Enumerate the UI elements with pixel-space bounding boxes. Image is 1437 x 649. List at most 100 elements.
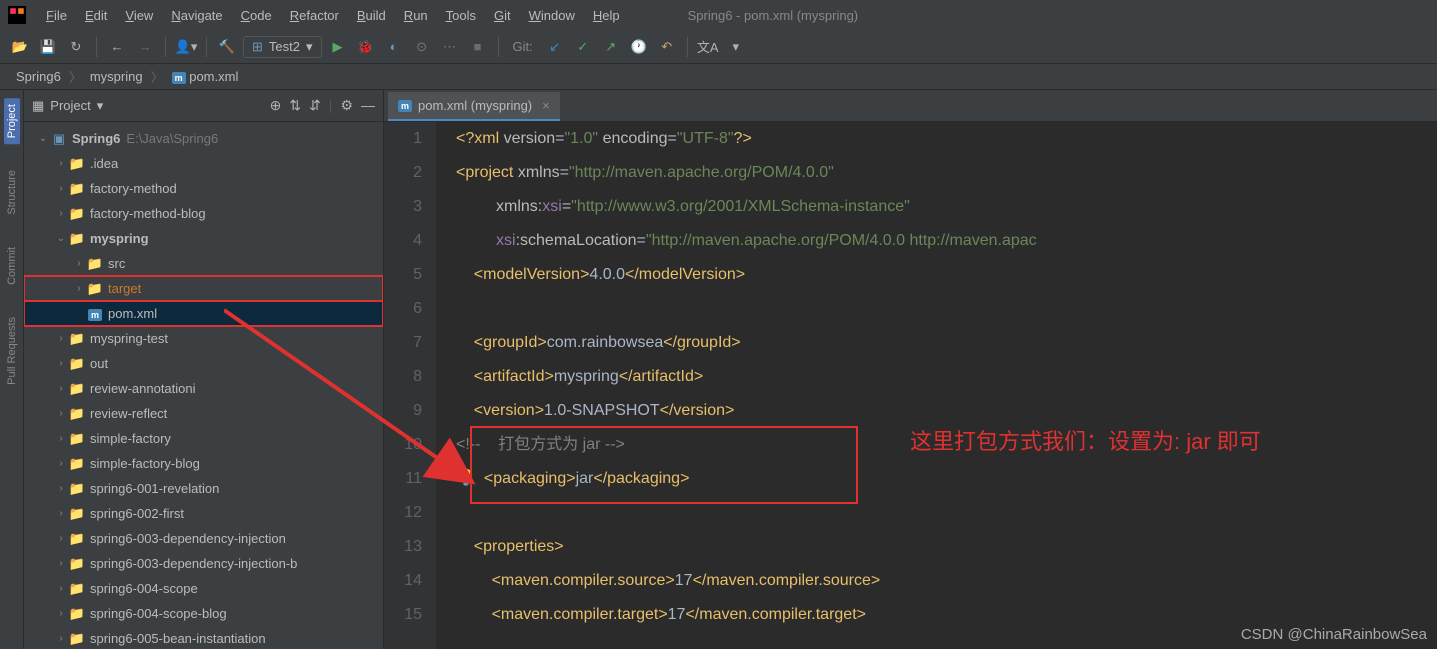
tree-arrow-icon[interactable]: ›: [54, 558, 68, 569]
code-line[interactable]: [456, 496, 1437, 530]
code-line[interactable]: [456, 292, 1437, 326]
tree-arrow-icon[interactable]: ⌄: [54, 233, 68, 244]
code-editor[interactable]: 123456789101112131415 <?xml version="1.0…: [384, 122, 1437, 649]
close-icon[interactable]: ×: [542, 98, 550, 113]
editor-tab-pom[interactable]: m pom.xml (myspring) ×: [388, 92, 560, 121]
tree-arrow-icon[interactable]: ›: [54, 633, 68, 644]
tree-item-spring6-004-scope-blog[interactable]: ›📁spring6-004-scope-blog: [24, 601, 383, 626]
menu-view[interactable]: View: [117, 4, 161, 27]
tree-item-spring6-002-first[interactable]: ›📁spring6-002-first: [24, 501, 383, 526]
run-icon[interactable]: ▶: [326, 35, 350, 59]
line-number[interactable]: 13: [384, 530, 422, 564]
tree-arrow-icon[interactable]: ›: [54, 408, 68, 419]
git-push-icon[interactable]: ↗: [599, 35, 623, 59]
line-number[interactable]: 10: [384, 428, 422, 462]
tree-item-simple-factory-blog[interactable]: ›📁simple-factory-blog: [24, 451, 383, 476]
open-icon[interactable]: 📂: [8, 35, 32, 59]
debug-icon[interactable]: 🐞: [354, 35, 378, 59]
code-line[interactable]: xsi:schemaLocation="http://maven.apache.…: [456, 224, 1437, 258]
tree-arrow-icon[interactable]: ›: [54, 608, 68, 619]
tree-item--idea[interactable]: ›📁.idea: [24, 151, 383, 176]
breadcrumb-item[interactable]: Spring6: [10, 67, 67, 86]
line-number[interactable]: 5: [384, 258, 422, 292]
tree-arrow-icon[interactable]: ›: [54, 358, 68, 369]
avatar-icon[interactable]: 👤▾: [174, 35, 198, 59]
tree-item-myspring-test[interactable]: ›📁myspring-test: [24, 326, 383, 351]
line-number[interactable]: 8: [384, 360, 422, 394]
code-line[interactable]: <version>1.0-SNAPSHOT</version>: [456, 394, 1437, 428]
breadcrumb-item[interactable]: m pom.xml: [166, 67, 245, 86]
menu-build[interactable]: Build: [349, 4, 394, 27]
code-line[interactable]: <modelVersion>4.0.0</modelVersion>: [456, 258, 1437, 292]
tree-arrow-icon[interactable]: ›: [54, 333, 68, 344]
more-run-icon[interactable]: ⋯: [438, 35, 462, 59]
code-line[interactable]: <maven.compiler.source>17</maven.compile…: [456, 564, 1437, 598]
tree-arrow-icon[interactable]: ›: [54, 458, 68, 469]
tree-arrow-icon[interactable]: ›: [54, 483, 68, 494]
line-number[interactable]: 1: [384, 122, 422, 156]
tree-arrow-icon[interactable]: ›: [54, 183, 68, 194]
menu-code[interactable]: Code: [233, 4, 280, 27]
tree-item-out[interactable]: ›📁out: [24, 351, 383, 376]
hide-icon[interactable]: —: [361, 97, 375, 114]
expand-all-icon[interactable]: ⇅: [289, 97, 301, 114]
tree-arrow-icon[interactable]: ›: [72, 283, 86, 294]
tree-arrow-icon[interactable]: ⌄: [36, 133, 50, 144]
code-line[interactable]: xmlns:xsi="http://www.w3.org/2001/XMLSch…: [456, 190, 1437, 224]
line-number[interactable]: 14: [384, 564, 422, 598]
tool-project[interactable]: Project: [4, 98, 20, 144]
tool-commit[interactable]: Commit: [4, 241, 20, 291]
line-number[interactable]: 2: [384, 156, 422, 190]
tree-arrow-icon[interactable]: ›: [54, 158, 68, 169]
back-icon[interactable]: ←: [105, 35, 129, 59]
code-line[interactable]: <artifactId>myspring</artifactId>: [456, 360, 1437, 394]
tree-item-factory-method[interactable]: ›📁factory-method: [24, 176, 383, 201]
menu-edit[interactable]: Edit: [77, 4, 115, 27]
git-rollback-icon[interactable]: ↶: [655, 35, 679, 59]
menu-navigate[interactable]: Navigate: [163, 4, 230, 27]
line-number[interactable]: 9: [384, 394, 422, 428]
tree-item-myspring[interactable]: ⌄📁myspring: [24, 226, 383, 251]
code-line[interactable]: <groupId>com.rainbowsea</groupId>: [456, 326, 1437, 360]
tree-arrow-icon[interactable]: ›: [54, 583, 68, 594]
translate-icon[interactable]: 文A: [696, 35, 720, 59]
menu-run[interactable]: Run: [396, 4, 436, 27]
code-content[interactable]: <?xml version="1.0" encoding="UTF-8"?> <p…: [436, 122, 1437, 649]
git-update-icon[interactable]: ↙: [543, 35, 567, 59]
project-tree[interactable]: ⌄▣Spring6E:\Java\Spring6›📁.idea›📁factory…: [24, 122, 383, 649]
tree-item-spring6-001-revelation[interactable]: ›📁spring6-001-revelation: [24, 476, 383, 501]
line-number[interactable]: 12: [384, 496, 422, 530]
tree-arrow-icon[interactable]: ›: [54, 533, 68, 544]
tool-pull-requests[interactable]: Pull Requests: [4, 311, 20, 391]
tree-item-factory-method-blog[interactable]: ›📁factory-method-blog: [24, 201, 383, 226]
run-config-dropdown[interactable]: ⊞ Test2 ▾: [243, 36, 322, 58]
code-line[interactable]: <?xml version="1.0" encoding="UTF-8"?>: [456, 122, 1437, 156]
hammer-icon[interactable]: 🔨: [215, 35, 239, 59]
line-number[interactable]: 4: [384, 224, 422, 258]
code-line[interactable]: <!-- 打包方式为 jar -->: [456, 428, 1437, 462]
tree-arrow-icon[interactable]: ›: [54, 208, 68, 219]
git-commit-icon[interactable]: ✓: [571, 35, 595, 59]
tree-item-spring6[interactable]: ⌄▣Spring6E:\Java\Spring6: [24, 126, 383, 151]
code-line[interactable]: 💡<packaging>jar</packaging>: [456, 462, 1437, 496]
project-view-selector[interactable]: ▦ Project ▾: [32, 98, 270, 114]
tree-item-review-reflect[interactable]: ›📁review-reflect: [24, 401, 383, 426]
tree-item-spring6-005-bean-instantiation[interactable]: ›📁spring6-005-bean-instantiation: [24, 626, 383, 649]
menu-help[interactable]: Help: [585, 4, 628, 27]
code-line[interactable]: <properties>: [456, 530, 1437, 564]
select-opened-icon[interactable]: ⊕: [270, 97, 282, 114]
tree-item-spring6-004-scope[interactable]: ›📁spring6-004-scope: [24, 576, 383, 601]
tool-structure[interactable]: Structure: [4, 164, 20, 221]
sync-icon[interactable]: ↻: [64, 35, 88, 59]
tree-arrow-icon[interactable]: ›: [54, 433, 68, 444]
tree-item-pom-xml[interactable]: mpom.xml: [24, 301, 383, 326]
tree-item-target[interactable]: ›📁target: [24, 276, 383, 301]
tree-arrow-icon[interactable]: ›: [72, 258, 86, 269]
forward-icon[interactable]: →: [133, 35, 157, 59]
menu-file[interactable]: File: [38, 4, 75, 27]
line-number[interactable]: 3: [384, 190, 422, 224]
more-icon[interactable]: ▾: [724, 35, 748, 59]
collapse-all-icon[interactable]: ⇵: [309, 97, 321, 114]
tree-arrow-icon[interactable]: ›: [54, 383, 68, 394]
stop-icon[interactable]: ■: [466, 35, 490, 59]
